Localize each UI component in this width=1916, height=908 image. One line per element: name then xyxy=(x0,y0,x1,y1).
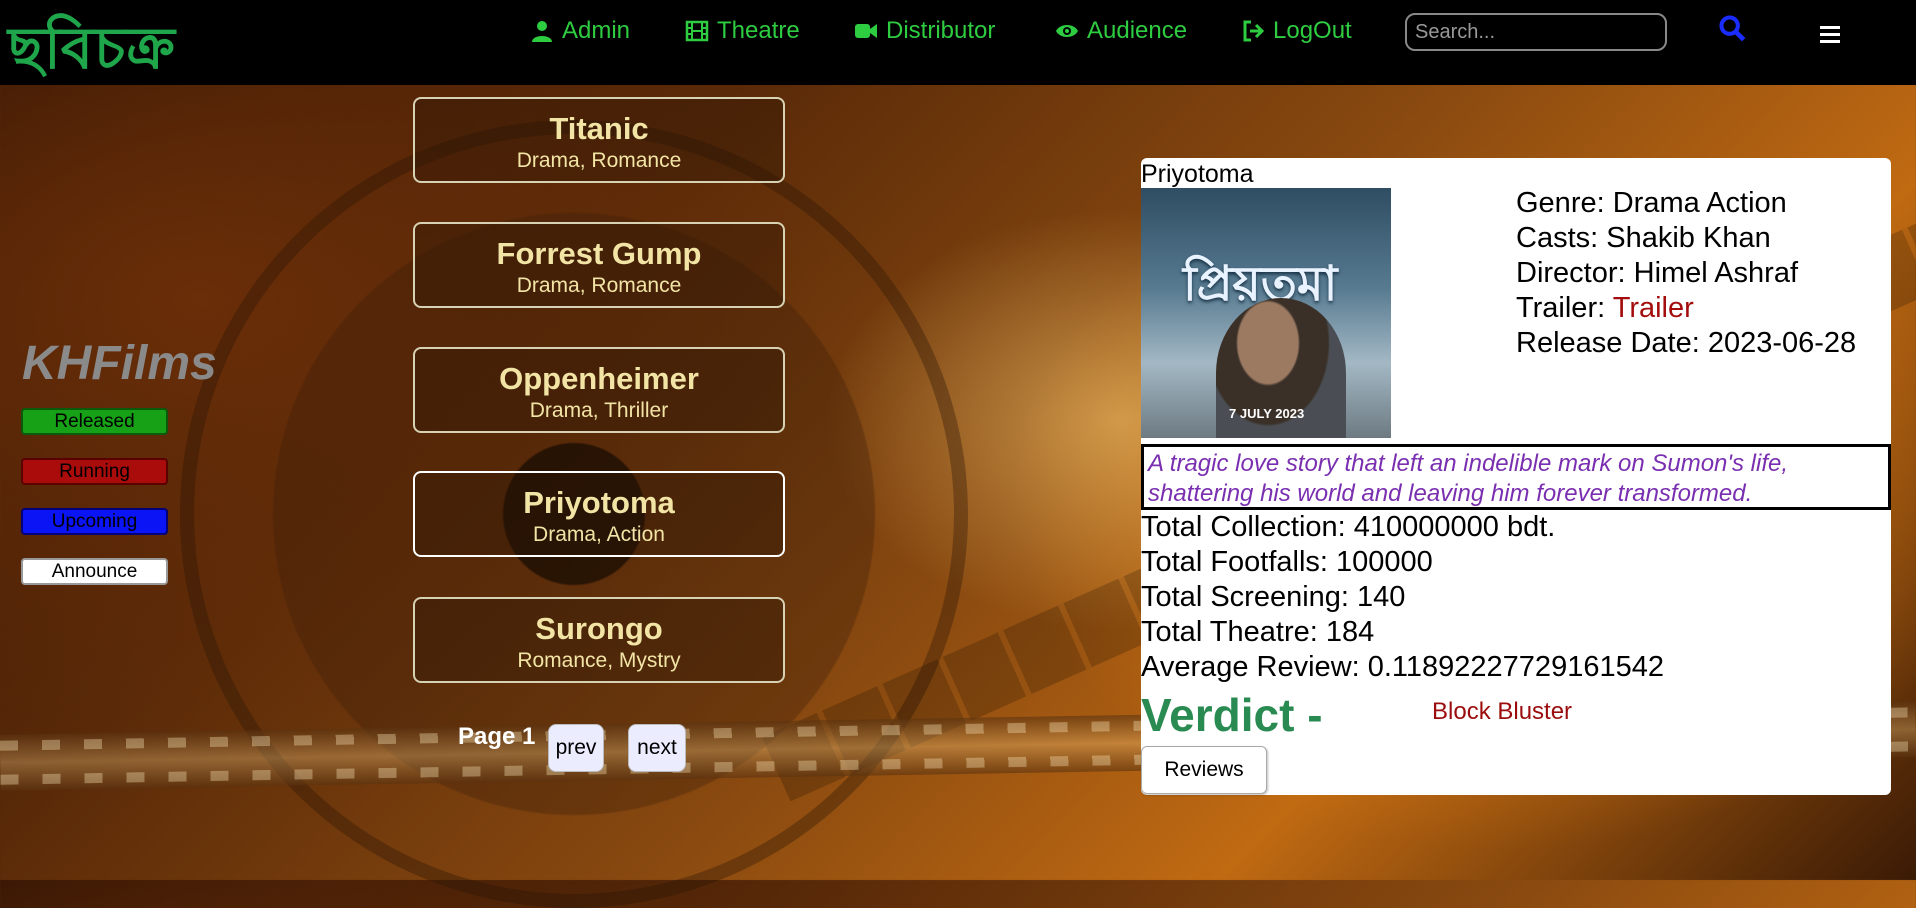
total-screening: Total Screening: 140 xyxy=(1141,581,1406,613)
eye-icon xyxy=(1056,25,1078,37)
trailer-label: Trailer: xyxy=(1516,292,1613,324)
movie-card[interactable]: Oppenheimer Drama, Thriller xyxy=(413,347,785,433)
filter-running-button[interactable]: Running xyxy=(21,458,168,485)
nav-theatre-label: Theatre xyxy=(717,17,800,44)
movie-card[interactable]: Forrest Gump Drama, Romance xyxy=(413,222,785,308)
movie-genre: Drama, Action xyxy=(533,523,665,546)
movie-genre: Drama, Romance xyxy=(516,149,682,172)
movie-info: Genre: Drama Action Casts: Shakib Khan D… xyxy=(1516,186,1856,361)
casts-text: Casts: Shakib Khan xyxy=(1516,222,1771,254)
release-date-text: Release Date: 2023-06-28 xyxy=(1516,327,1857,359)
page-indicator: Page 1 xyxy=(458,723,536,750)
poster-date: 7 JULY 2023 xyxy=(1229,406,1305,421)
nav-theatre[interactable]: Theatre xyxy=(685,14,800,48)
logout-icon xyxy=(1243,20,1265,42)
navbar: ছবিচক্র Admin Theatre Distributor Audien… xyxy=(0,0,1916,85)
search-icon[interactable] xyxy=(1718,14,1746,42)
movie-title: Surongo xyxy=(535,611,663,646)
nav-audience-label: Audience xyxy=(1087,17,1188,44)
movie-detail-panel: Priyotoma প্রিয়তমা 7 JULY 2023 Genre: D… xyxy=(1141,158,1891,795)
detail-title: Priyotoma xyxy=(1141,160,1254,188)
total-footfalls: Total Footfalls: 100000 xyxy=(1141,546,1433,578)
movie-genre: Romance, Mystry xyxy=(517,649,681,672)
filter-released-button[interactable]: Released xyxy=(21,408,168,435)
movie-card[interactable]: Surongo Romance, Mystry xyxy=(413,597,785,683)
menu-icon[interactable] xyxy=(1820,26,1840,44)
movie-title: Oppenheimer xyxy=(499,361,699,396)
movie-tagline: A tragic love story that left an indelib… xyxy=(1141,444,1891,510)
total-theatre: Total Theatre: 184 xyxy=(1141,616,1375,648)
movie-genre: Drama, Romance xyxy=(516,274,682,297)
trailer-link[interactable]: Trailer xyxy=(1613,292,1694,324)
movie-genre: Drama, Thriller xyxy=(529,399,669,422)
movie-stats: Total Collection: 410000000 bdt. Total F… xyxy=(1141,510,1664,685)
movie-poster: প্রিয়তমা 7 JULY 2023 xyxy=(1141,188,1391,438)
nav-distributor-label: Distributor xyxy=(886,17,996,44)
nav-distributor[interactable]: Distributor xyxy=(854,14,995,48)
filter-upcoming-button[interactable]: Upcoming xyxy=(21,508,168,535)
verdict-value: Block Bluster xyxy=(1432,698,1573,725)
prev-page-button[interactable]: prev xyxy=(548,724,604,772)
genre-text: Genre: Drama Action xyxy=(1516,187,1787,219)
average-review: Average Review: 0.11892227729161542 xyxy=(1141,651,1664,683)
reviews-button[interactable]: Reviews xyxy=(1141,746,1267,794)
verdict-label: Verdict - xyxy=(1141,689,1323,741)
company-name: KHFilms xyxy=(22,337,217,390)
trailer-row: Trailer: Trailer xyxy=(1516,291,1856,326)
nav-logout[interactable]: LogOut xyxy=(1241,14,1352,48)
nav-admin[interactable]: Admin xyxy=(530,14,630,48)
total-collection: Total Collection: 410000000 bdt. xyxy=(1141,511,1556,543)
movie-title: Forrest Gump xyxy=(496,236,702,271)
movie-title: Priyotoma xyxy=(523,485,675,520)
video-camera-icon xyxy=(855,24,877,38)
nav-logout-label: LogOut xyxy=(1273,17,1352,44)
movie-card[interactable]: Titanic Drama, Romance xyxy=(413,97,785,183)
filter-announce-button[interactable]: Announce xyxy=(21,558,168,585)
film-icon xyxy=(685,20,709,42)
director-text: Director: Himel Ashraf xyxy=(1516,257,1799,289)
search-input[interactable] xyxy=(1405,13,1667,51)
movie-title: Titanic xyxy=(549,111,649,146)
nav-audience[interactable]: Audience xyxy=(1055,14,1187,48)
next-page-button[interactable]: next xyxy=(628,724,686,772)
user-icon xyxy=(532,21,552,42)
movie-card-selected[interactable]: Priyotoma Drama, Action xyxy=(413,471,785,557)
nav-admin-label: Admin xyxy=(562,17,631,44)
site-logo[interactable]: ছবিচক্র xyxy=(8,4,176,101)
